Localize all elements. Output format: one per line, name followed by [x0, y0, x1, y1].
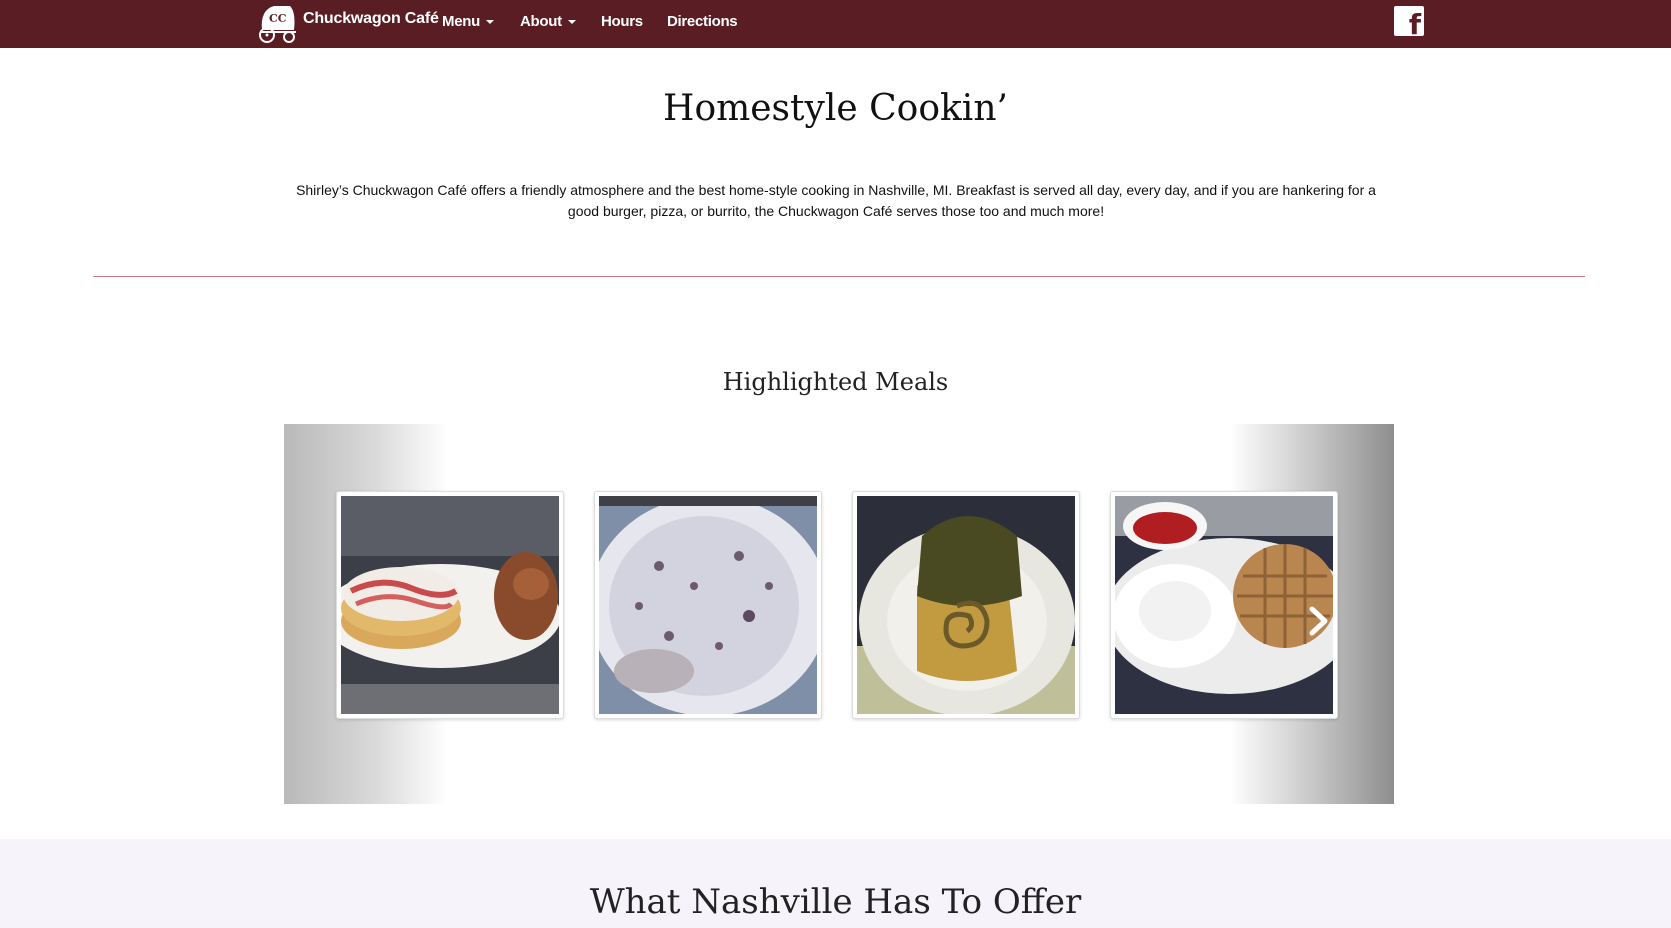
chevron-right-icon[interactable] — [1298, 601, 1338, 641]
caret-down-icon — [567, 20, 576, 25]
cinnamon-toast-image — [857, 496, 1075, 714]
meals-carousel[interactable] — [284, 424, 1394, 804]
facebook-icon[interactable]: f — [1394, 6, 1424, 39]
meal-thumbnail-biscuits-gravy[interactable] — [594, 491, 822, 719]
svg-text:CC: CC — [269, 12, 287, 25]
pancakes-image — [341, 496, 559, 714]
nav-about-label: About — [520, 13, 562, 30]
section-divider — [93, 276, 1585, 277]
offer-heading: What Nashville Has To Offer — [589, 882, 1082, 922]
nav-directions-label: Directions — [667, 13, 738, 30]
highlighted-meals-heading: Highlighted Meals — [722, 368, 949, 396]
nav-directions[interactable]: Directions — [667, 13, 738, 30]
nav-menu-label: Menu — [442, 13, 480, 30]
brand-name[interactable]: Chuckwagon Café — [303, 10, 439, 28]
nav-hours-label: Hours — [601, 13, 643, 30]
chuckwagon-logo-icon[interactable]: CC — [256, 2, 300, 44]
biscuits-gravy-image — [599, 496, 817, 714]
page-title: Homestyle Cookin’ — [663, 88, 1008, 129]
intro-paragraph: Shirley’s Chuckwagon Café offers a frien… — [296, 182, 1376, 219]
top-navbar: CC Chuckwagon Café Menu About Hours Dire… — [0, 0, 1671, 48]
nav-hours[interactable]: Hours — [601, 13, 643, 30]
caret-down-icon — [485, 20, 494, 25]
meal-thumbnail-pancakes[interactable] — [336, 491, 564, 719]
meal-thumbnail-cinnamon-toast[interactable] — [852, 491, 1080, 719]
nav-about[interactable]: About — [520, 13, 576, 30]
nav-menu[interactable]: Menu — [442, 13, 494, 30]
